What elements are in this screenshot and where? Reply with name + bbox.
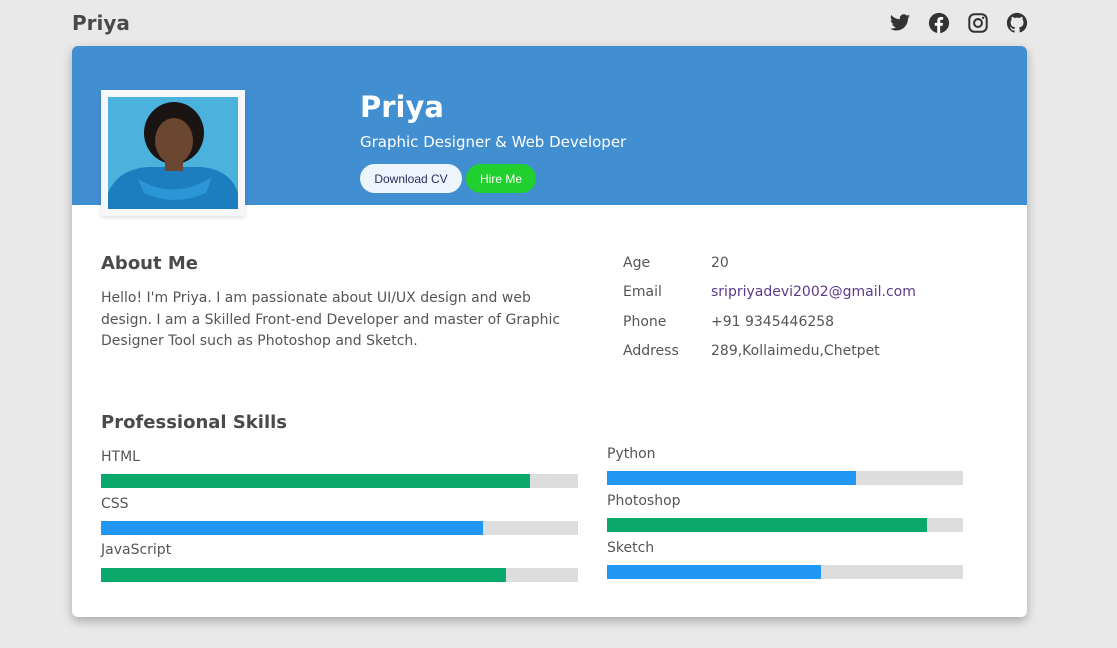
skill-label-javascript: JavaScript: [101, 542, 172, 558]
info-key: Age: [623, 255, 651, 271]
skill-bar-sketch: [607, 565, 963, 579]
profile-photo: [108, 97, 238, 209]
twitter-icon[interactable]: [889, 12, 911, 34]
github-icon[interactable]: [1006, 12, 1028, 34]
social-links: [889, 12, 1028, 34]
info-key: Phone: [623, 314, 667, 330]
profile-role: Graphic Designer & Web Developer: [360, 133, 627, 151]
top-navbar: Priya: [72, 0, 1028, 46]
instagram-icon[interactable]: [967, 12, 989, 34]
skill-bar-css: [101, 521, 578, 535]
info-value: 289,Kollaimedu,Chetpet: [711, 343, 880, 359]
download-cv-button[interactable]: Download CV: [360, 164, 462, 193]
skill-bar-python: [607, 471, 963, 485]
profile-name: Priya: [360, 90, 444, 124]
info-value: 20: [711, 255, 729, 271]
skill-label-html: HTML: [101, 449, 140, 465]
hire-me-button[interactable]: Hire Me: [466, 164, 536, 193]
skill-fill-html: [101, 474, 531, 488]
skill-label-python: Python: [607, 446, 656, 462]
facebook-icon[interactable]: [928, 12, 950, 34]
skill-fill-photoshop: [607, 518, 928, 532]
skill-fill-javascript: [101, 568, 507, 582]
skill-label-sketch: Sketch: [607, 540, 655, 556]
skill-bar-html: [101, 474, 578, 488]
info-value: +91 9345446258: [711, 314, 835, 330]
skill-fill-css: [101, 521, 483, 535]
profile-card: Priya Graphic Designer & Web Developer D…: [72, 46, 1027, 617]
skill-bar-photoshop: [607, 518, 963, 532]
skill-fill-sketch: [607, 565, 821, 579]
info-key: Email: [623, 284, 662, 300]
skill-fill-python: [607, 471, 857, 485]
skill-bar-javascript: [101, 568, 578, 582]
email-link[interactable]: sripriyadevi2002@gmail.com: [711, 284, 916, 300]
info-key: Address: [623, 343, 679, 359]
skill-label-css: CSS: [101, 496, 129, 512]
about-title: About Me: [101, 253, 198, 274]
skills-title: Professional Skills: [101, 412, 287, 433]
brand-name[interactable]: Priya: [72, 11, 130, 35]
profile-photo-frame: [101, 90, 245, 216]
skill-label-photoshop: Photoshop: [607, 493, 681, 509]
about-text: Hello! I'm Priya. I am passionate about …: [101, 290, 561, 349]
